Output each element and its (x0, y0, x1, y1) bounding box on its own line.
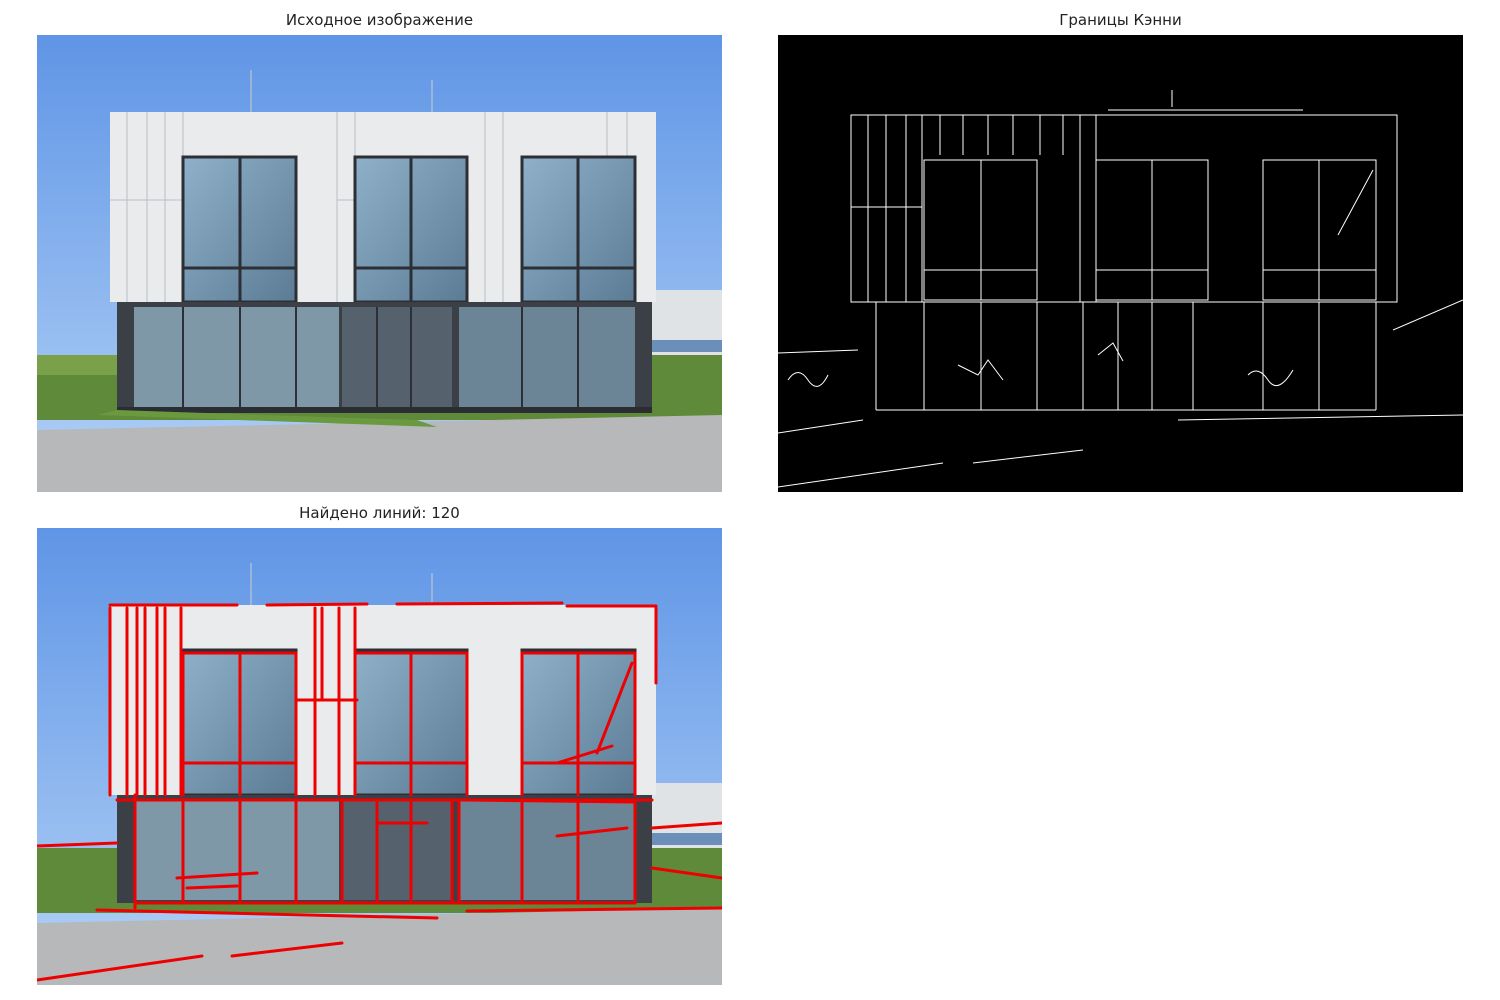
canny-edges-panel (778, 35, 1463, 492)
lines-overlay-photo (37, 528, 722, 985)
original-image-title: Исходное изображение (285, 11, 474, 29)
original-image-panel (37, 35, 722, 492)
detected-lines-panel (37, 528, 722, 985)
edge-map (778, 35, 1463, 492)
canny-edges-title: Границы Кэнни (1059, 11, 1182, 29)
detected-lines-title: Найдено линий: 120 (299, 504, 460, 522)
building-photo (37, 35, 722, 492)
